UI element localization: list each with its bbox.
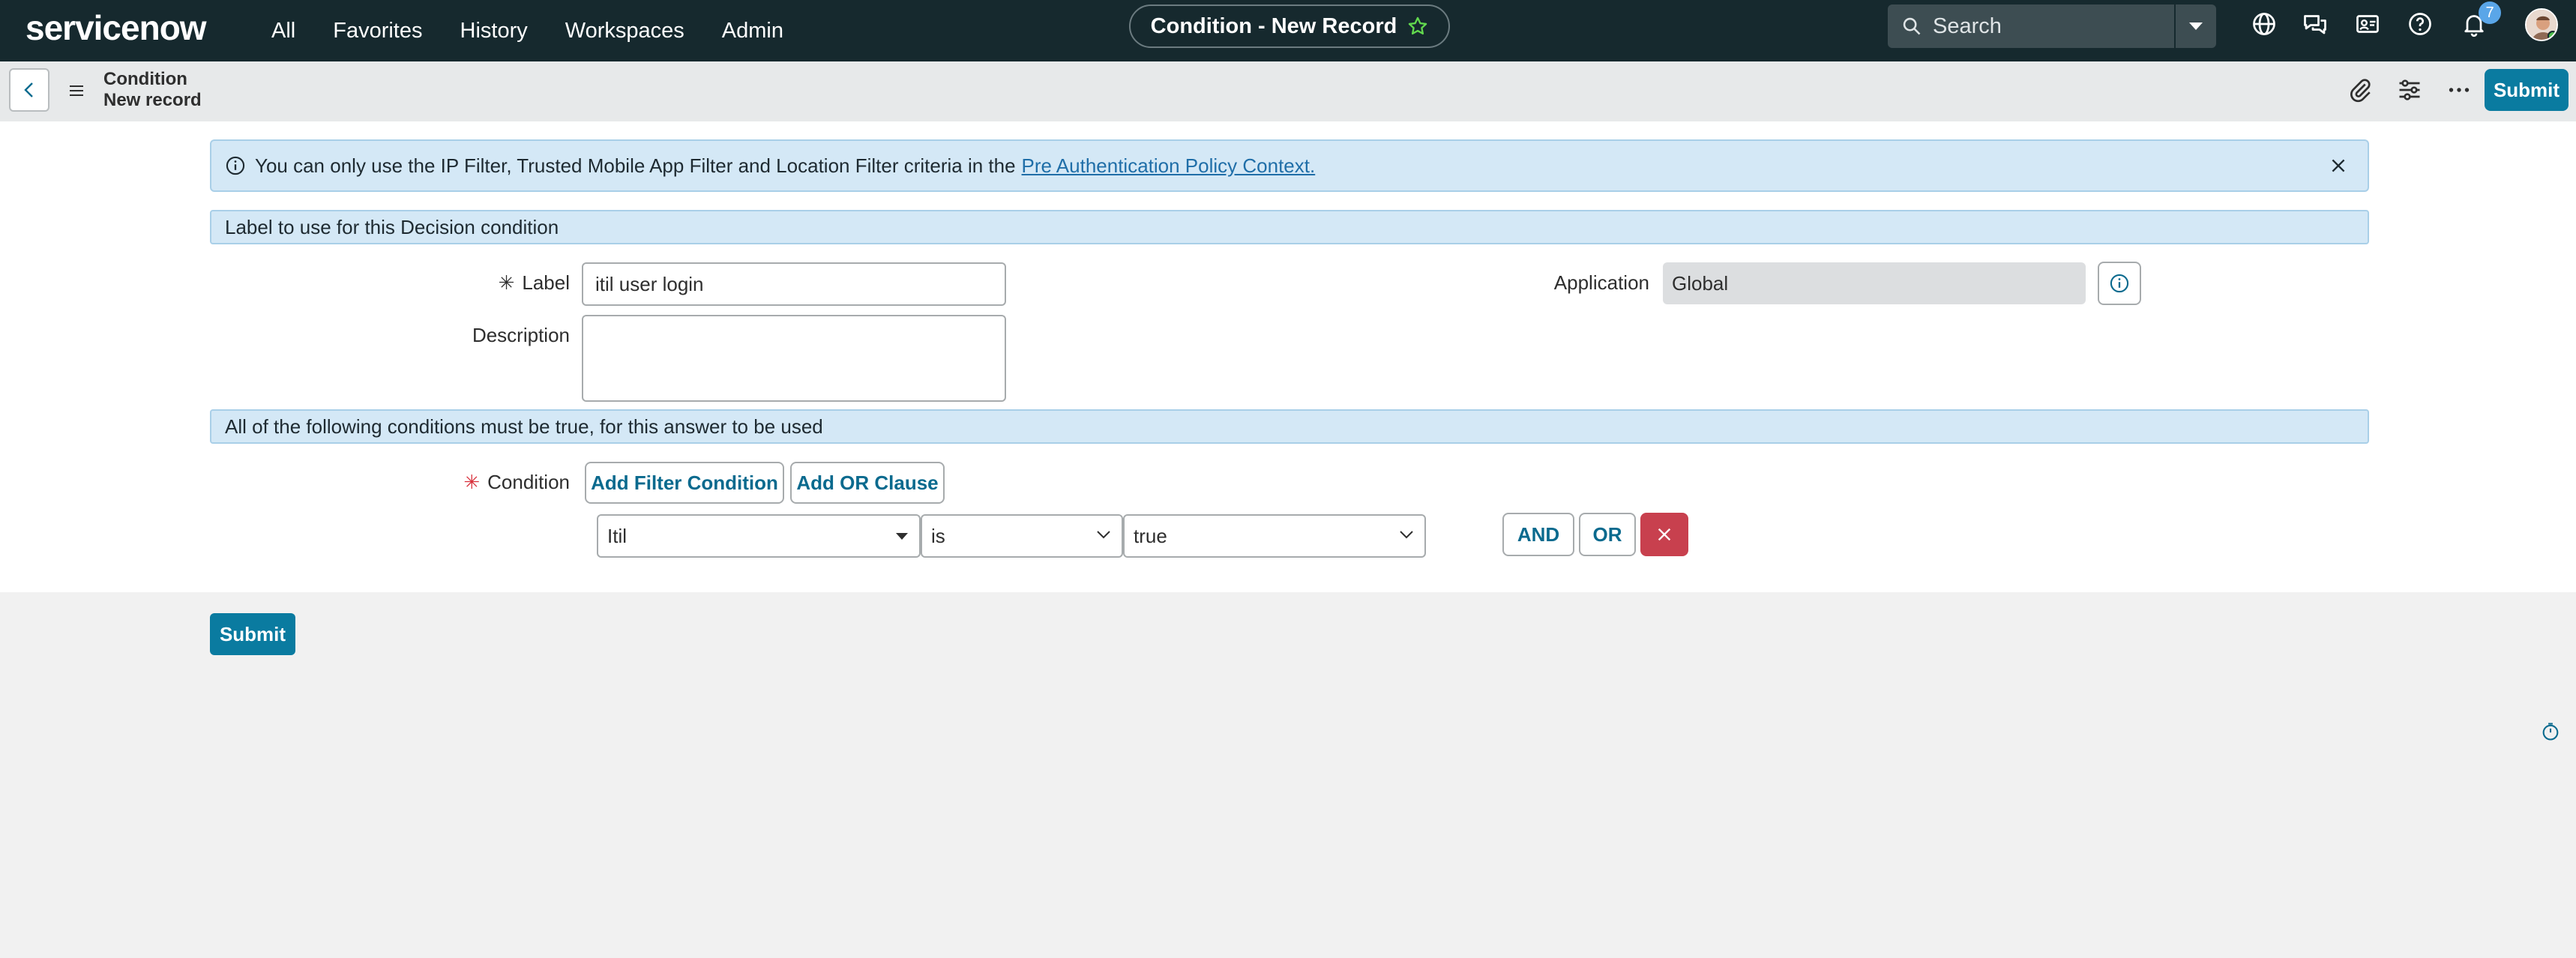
globe-icon[interactable] [2251,10,2278,37]
section-header-label: Label to use for this Decision condition [210,210,2369,244]
nav-link-all[interactable]: All [271,19,295,43]
nav-links: All Favorites History Workspaces Admin [271,0,783,61]
or-button[interactable]: OR [1579,513,1636,556]
record-title-pill[interactable]: Condition - New Record [1129,4,1450,48]
chevron-down-icon [1097,531,1110,539]
close-icon[interactable] [2329,156,2348,175]
filter-field-select[interactable]: Itil [597,514,921,558]
impersonate-icon[interactable] [2354,10,2381,37]
label-input[interactable] [582,262,1006,306]
mandatory-icon: ✳ [498,271,515,294]
description-textarea[interactable] [582,315,1006,402]
alert-message: You can only use the IP Filter, Trusted … [255,154,1016,177]
close-icon [1658,528,1671,541]
filter-value-select[interactable]: true [1123,514,1426,558]
filter-value-value: true [1134,525,1167,547]
form-title: Condition New record [103,69,202,111]
form-title-record: New record [103,90,202,110]
form-body: You can only use the IP Filter, Trusted … [0,121,2576,592]
online-status-dot [2548,31,2557,40]
nav-link-workspaces[interactable]: Workspaces [565,19,684,43]
info-icon [2110,274,2129,293]
submit-button-header[interactable]: Submit [2485,69,2569,111]
form-header: Condition New record Submit [0,61,2576,121]
more-options-icon[interactable] [2446,76,2473,103]
back-button[interactable] [9,68,49,112]
global-search[interactable]: Search [1888,4,2216,48]
and-button[interactable]: AND [1502,513,1574,556]
filter-field-value: Itil [607,525,627,547]
caret-down-icon [2189,22,2203,30]
delete-condition-button[interactable] [1640,513,1688,556]
search-input[interactable]: Search [1933,14,2174,39]
caret-down-icon [896,533,908,540]
nav-link-favorites[interactable]: Favorites [333,19,422,43]
context-menu-icon[interactable] [67,82,85,100]
info-icon [226,156,245,175]
user-avatar[interactable] [2525,8,2558,41]
description-field-label: Description [472,324,570,346]
mandatory-icon: ✳ [463,471,481,493]
nav-link-history[interactable]: History [460,19,528,43]
search-icon [1903,17,1921,35]
section-header-conditions: All of the following conditions must be … [210,409,2369,444]
attachment-icon[interactable] [2347,76,2374,103]
nav-link-admin[interactable]: Admin [722,19,783,43]
filter-operator-select[interactable]: is [921,514,1123,558]
personalize-form-icon[interactable] [2396,76,2423,103]
alert-link[interactable]: Pre Authentication Policy Context. [1022,154,1316,178]
filter-operator-value: is [931,525,945,547]
form-title-table: Condition [103,69,187,89]
add-or-clause-button[interactable]: Add OR Clause [790,462,945,504]
application-readonly-field: Global [1663,262,2086,304]
top-navigation: servicenow All Favorites History Workspa… [0,0,2576,61]
search-scope-dropdown[interactable] [2174,4,2216,48]
condition-field-label: ✳ Condition [463,471,570,493]
chevron-down-icon [1400,531,1413,539]
chevron-left-icon [24,82,33,97]
add-filter-condition-button[interactable]: Add Filter Condition [585,462,784,504]
notification-badge: 7 [2479,1,2501,24]
help-icon[interactable] [2407,10,2434,37]
submit-button[interactable]: Submit [210,613,295,655]
chat-icon[interactable] [2302,10,2329,37]
timer-icon[interactable] [2540,721,2561,742]
info-alert: You can only use the IP Filter, Trusted … [210,139,2369,192]
star-icon[interactable] [1407,16,1428,37]
application-field-label: Application [1553,271,1649,294]
servicenow-logo[interactable]: servicenow [25,7,207,48]
label-field-label: ✳ Label [498,271,570,294]
application-info-button[interactable] [2098,262,2141,305]
record-title: Condition - New Record [1150,13,1397,38]
